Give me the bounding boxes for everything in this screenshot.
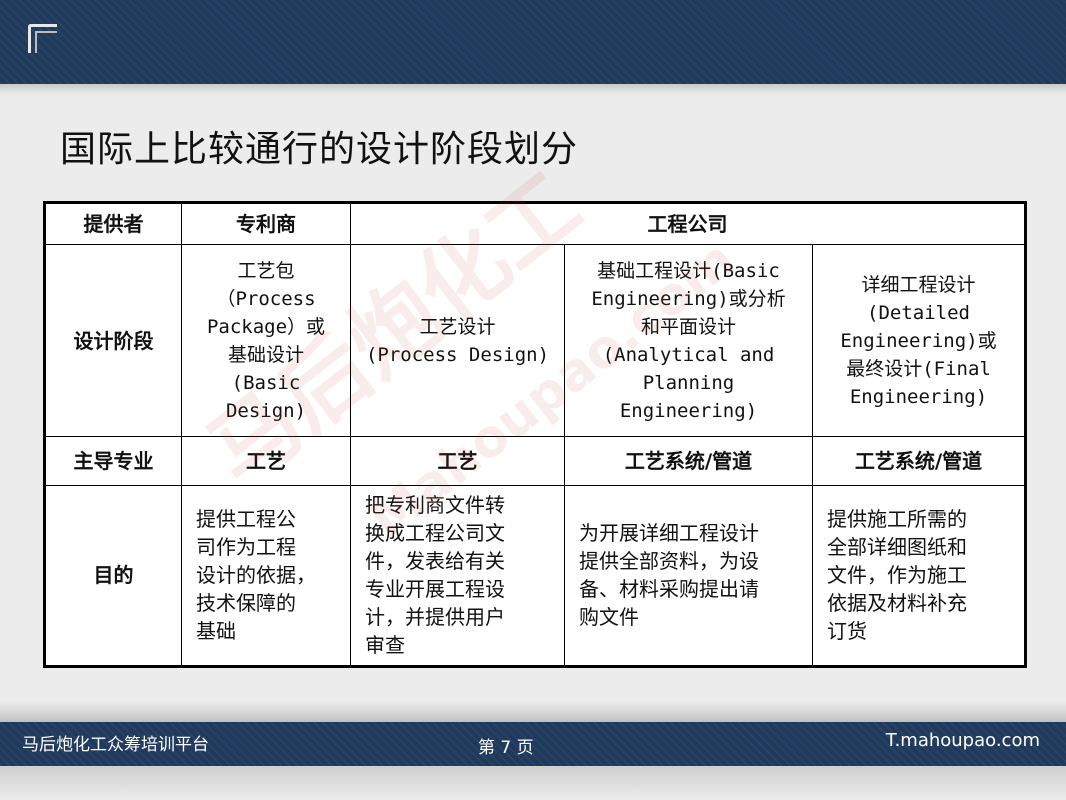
footer-reflection <box>0 766 1066 800</box>
major-cell-1: 工艺 <box>181 436 351 486</box>
major-cell-4: 工艺系统/管道 <box>811 436 1027 486</box>
purpose-cell-3: 为开展详细工程设计 提供全部资料，为设 备、材料采购提出请 购文件 <box>564 484 813 668</box>
bottom-shadow <box>0 702 1066 724</box>
stage-cell-3: 基础工程设计(Basic Engineering)或分析 和平面设计 (Analyti… <box>564 244 813 438</box>
table-row-stage: 设计阶段 工艺包 （Process Package）或 基础设计 (Basic Desig… <box>44 244 1027 438</box>
top-banner <box>0 0 1066 84</box>
purpose-cell-1: 提供工程公 司作为工程 设计的依据， 技术保障的 基础 <box>181 484 351 668</box>
row-label-major: 主导专业 <box>44 436 182 486</box>
stage-cell-4: 详细工程设计 (Detailed Engineering)或 最终设计(Final En… <box>811 244 1027 438</box>
stage-cell-1: 工艺包 （Process Package）或 基础设计 (Basic Design) <box>181 244 351 438</box>
table-row-major: 主导专业 工艺 工艺 工艺系统/管道 工艺系统/管道 <box>44 436 1027 486</box>
table-row-header: 提供者 专利商 工程公司 <box>44 201 1027 246</box>
purpose-cell-2: 把专利商文件转 换成工程公司文 件，发表给有关 专业开展工程设 计，并提供用户 审查 <box>350 484 565 668</box>
header-licensor: 专利商 <box>181 201 351 246</box>
purpose-cell-4: 提供施工所需的 全部详细图纸和 文件，作为施工 依据及材料补充 订货 <box>811 484 1027 668</box>
header-engineering-company: 工程公司 <box>349 201 1027 246</box>
row-label-stage: 设计阶段 <box>44 244 182 438</box>
major-cell-3: 工艺系统/管道 <box>564 436 813 486</box>
row-label-purpose: 目的 <box>44 484 182 668</box>
footer-website: T.mahoupao.com <box>885 730 1040 751</box>
table-row-purpose: 目的 提供工程公 司作为工程 设计的依据， 技术保障的 基础 把专利商文件转 换成工程公司… <box>44 484 1027 668</box>
header-provider: 提供者 <box>44 201 182 246</box>
slide-title: 国际上比较通行的设计阶段划分 <box>60 129 579 170</box>
top-shadow <box>0 84 1066 94</box>
footer-page-number: 第 7 页 <box>478 738 534 758</box>
major-cell-2: 工艺 <box>350 436 565 486</box>
footer-bar: 马后炮化工众筹培训平台 第 7 页 T.mahoupao.com <box>0 722 1066 766</box>
stage-cell-2: 工艺设计 (Process Design) <box>350 244 565 438</box>
corner-bracket-icon <box>28 24 57 53</box>
design-stage-table: 提供者 专利商 工程公司 设计阶段 工艺包 （Process Package）或 基础… <box>43 201 1028 668</box>
footer-platform-name: 马后炮化工众筹培训平台 <box>22 735 209 755</box>
